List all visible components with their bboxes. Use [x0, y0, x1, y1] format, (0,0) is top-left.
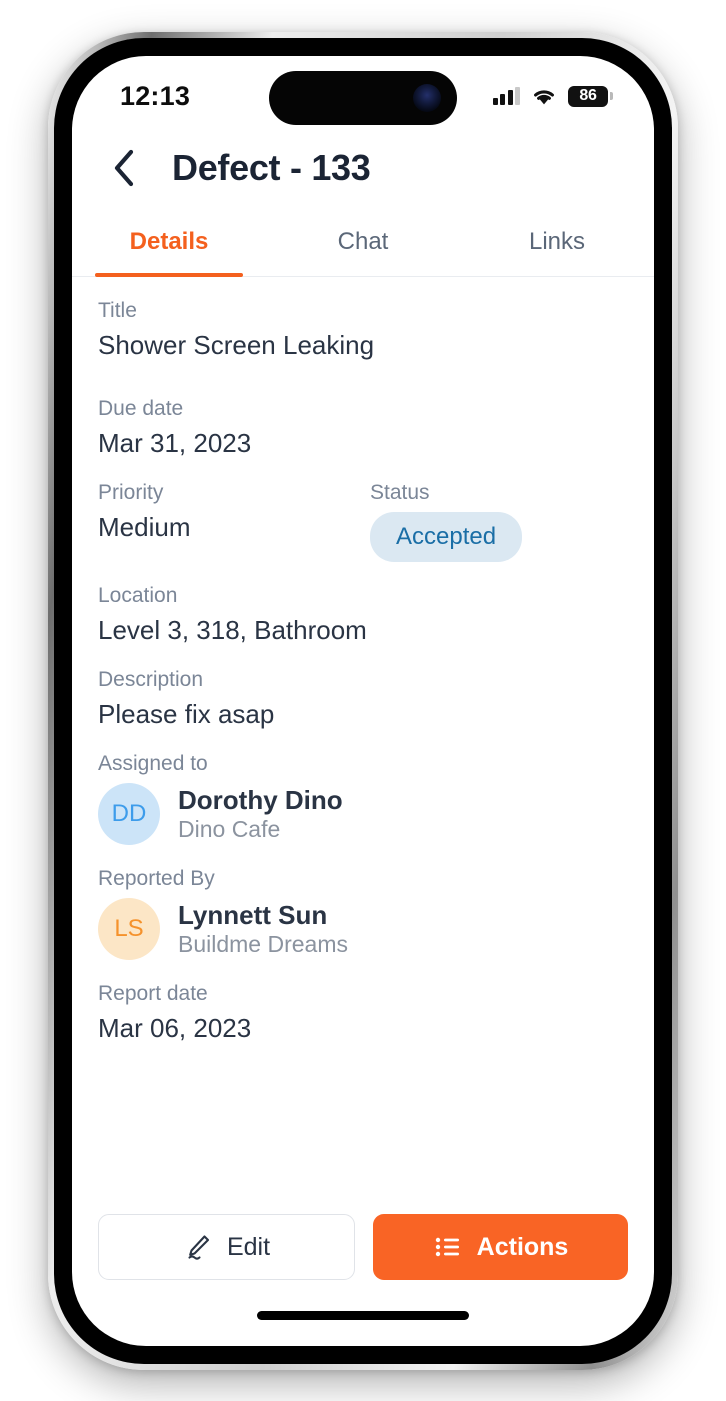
back-button[interactable] — [98, 142, 150, 194]
status-indicators: 86 — [492, 85, 608, 107]
edit-button-label: Edit — [226, 1232, 271, 1261]
actions-button-label: Actions — [476, 1232, 569, 1261]
title-value: Shower Screen Leaking — [98, 330, 375, 360]
assigned-to-person-text: Dorothy Dino Dino Cafe — [178, 785, 343, 843]
status-time: 12:13 — [120, 80, 191, 111]
phone-frame: 12:13 86 Defect - 133 Details Chat Links… — [48, 32, 678, 1370]
tab-links[interactable]: Links — [460, 206, 654, 276]
reported-by-name: Lynnett Sun — [178, 899, 328, 930]
status-label: Status — [370, 481, 430, 504]
field-title: Title Shower Screen Leaking — [98, 299, 628, 361]
field-report-date: Report date Mar 06, 2023 — [98, 982, 628, 1044]
battery-level: 86 — [579, 87, 597, 104]
bottom-action-bar: Edit Actions — [72, 1214, 654, 1280]
tab-bar: Details Chat Links — [72, 206, 654, 277]
reported-by-label: Reported By — [98, 867, 215, 890]
list-icon — [435, 1237, 459, 1257]
description-label: Description — [98, 668, 204, 691]
back-chevron-icon — [114, 149, 134, 187]
field-priority: Priority Medium — [98, 481, 370, 543]
phone-bezel: 12:13 86 Defect - 133 Details Chat Links… — [54, 38, 672, 1364]
reported-by-person[interactable]: LS Lynnett Sun Buildme Dreams — [98, 898, 628, 960]
avatar: LS — [98, 898, 160, 960]
status-bar: 12:13 86 — [72, 56, 654, 130]
avatar: DD — [98, 783, 160, 845]
actions-button[interactable]: Actions — [373, 1214, 628, 1280]
priority-value: Medium — [98, 512, 191, 542]
tab-chat[interactable]: Chat — [266, 206, 460, 276]
tab-details[interactable]: Details — [72, 206, 266, 277]
description-value: Please fix asap — [98, 699, 275, 729]
navigation-bar: Defect - 133 — [72, 130, 654, 206]
reported-by-person-text: Lynnett Sun Buildme Dreams — [178, 900, 348, 958]
home-indicator[interactable] — [257, 1311, 469, 1320]
due-date-value: Mar 31, 2023 — [98, 428, 252, 458]
assigned-to-name: Dorothy Dino — [178, 784, 343, 815]
assigned-to-person[interactable]: DD Dorothy Dino Dino Cafe — [98, 783, 628, 845]
assigned-to-organization: Dino Cafe — [178, 815, 281, 842]
assigned-to-label: Assigned to — [98, 752, 208, 775]
field-status: Status Accepted — [370, 481, 628, 562]
cellular-signal-icon — [492, 87, 520, 105]
location-value: Level 3, 318, Bathroom — [98, 615, 367, 645]
reported-by-organization: Buildme Dreams — [178, 930, 348, 957]
phone-screen: 12:13 86 Defect - 133 Details Chat Links… — [72, 56, 654, 1346]
wifi-icon — [534, 89, 554, 104]
field-description: Description Please fix asap — [98, 668, 628, 730]
field-location: Location Level 3, 318, Bathroom — [98, 584, 628, 646]
edit-button[interactable]: Edit — [98, 1214, 355, 1280]
report-date-label: Report date — [98, 982, 208, 1005]
field-due-date: Due date Mar 31, 2023 — [98, 397, 628, 459]
due-date-label: Due date — [98, 397, 184, 420]
location-label: Location — [98, 584, 178, 607]
battery-icon: 86 — [568, 85, 608, 107]
report-date-value: Mar 06, 2023 — [98, 1013, 252, 1043]
title-label: Title — [98, 299, 137, 322]
pencil-icon — [188, 1235, 210, 1260]
dynamic-island — [269, 71, 457, 125]
priority-status-row: Priority Medium Status Accepted — [98, 481, 628, 562]
details-panel: Title Shower Screen Leaking Due date Mar… — [72, 277, 654, 1044]
page-title: Defect - 133 — [172, 147, 371, 188]
screenshot-root: 12:13 86 Defect - 133 Details Chat Links… — [0, 0, 726, 1401]
field-assigned-to: Assigned to DD Dorothy Dino Dino Cafe — [98, 752, 628, 845]
front-camera-icon — [413, 84, 441, 112]
priority-label: Priority — [98, 481, 164, 504]
status-badge: Accepted — [370, 512, 523, 562]
field-reported-by: Reported By LS Lynnett Sun Buildme Dream… — [98, 867, 628, 960]
